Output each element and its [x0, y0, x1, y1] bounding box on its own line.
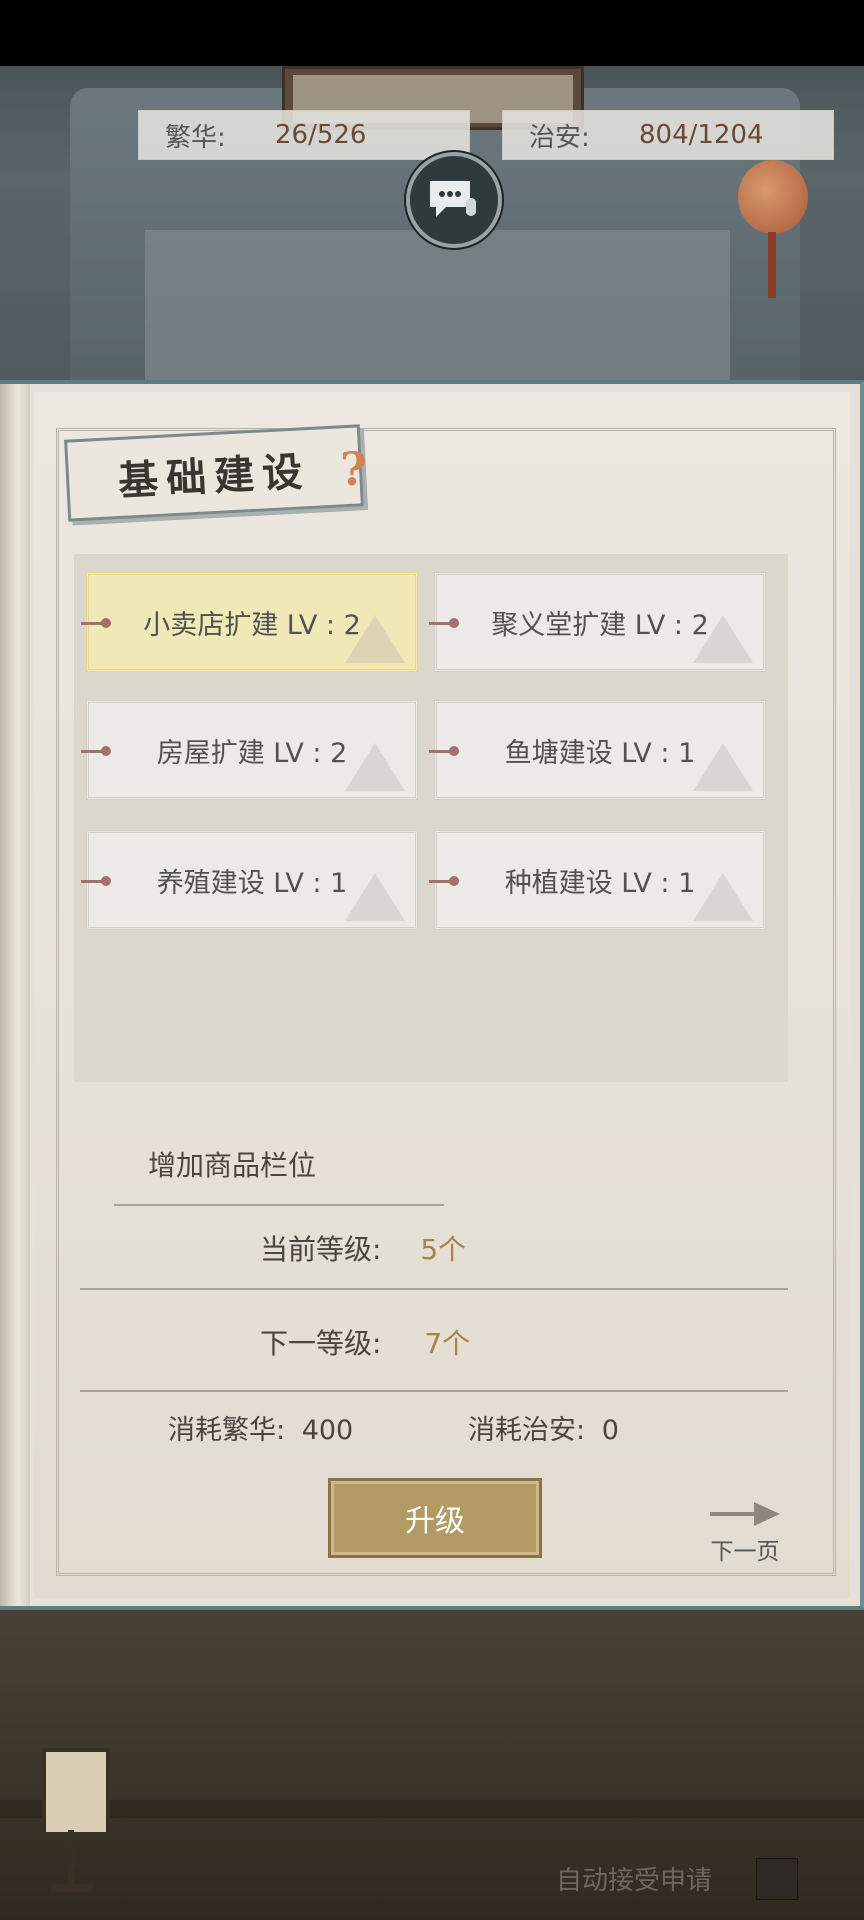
mountain-icon [693, 743, 753, 791]
upgrade-card-label: 小卖店扩建 LV : 2 [143, 609, 361, 641]
security-value: 804/1204 [639, 120, 764, 150]
mountain-icon [345, 743, 405, 791]
divider [80, 1390, 788, 1392]
upgrade-card-label: 房屋扩建 LV : 2 [156, 737, 348, 769]
floor-lamp-base [50, 1884, 94, 1892]
pin-icon [429, 876, 459, 886]
current-level-label: 当前等级: [260, 1233, 382, 1266]
pin-icon [81, 746, 111, 756]
cost-security-row: 消耗治安: 0 [468, 1408, 619, 1447]
panel-title-plate: 基础建设 [64, 424, 364, 522]
current-level-row: 当前等级: 5个 [260, 1228, 466, 1268]
prosperity-value: 26/526 [275, 120, 367, 150]
game-scene: 繁华: 26/526 治安: 804/1204 自动接受申请 基础建设 ? 小卖… [0, 0, 864, 1920]
book-spine [0, 384, 30, 1606]
cost-prosperity-value: 400 [301, 1415, 354, 1446]
upgrade-effect-title: 增加商品栏位 [148, 1149, 317, 1182]
next-level-value: 7个 [424, 1327, 471, 1360]
cost-prosperity-label: 消耗繁华: [168, 1415, 286, 1446]
next-level-row: 下一等级: 7个 [260, 1322, 470, 1362]
upgrade-card-label: 养殖建设 LV : 1 [156, 867, 348, 899]
pin-icon [429, 746, 459, 756]
arrow-right-icon [710, 1500, 780, 1528]
chat-bubble-icon [430, 181, 476, 217]
book-page: 基础建设 ? 小卖店扩建 LV : 2 聚义堂扩建 LV : 2 房屋扩建 LV… [34, 392, 850, 1598]
upgrade-card-hall[interactable]: 聚义堂扩建 LV : 2 [429, 572, 766, 672]
upgrade-card-livestock[interactable]: 养殖建设 LV : 1 [81, 830, 418, 930]
pin-icon [81, 876, 111, 886]
upgrade-grid: 小卖店扩建 LV : 2 聚义堂扩建 LV : 2 房屋扩建 LV : 2 鱼塘… [74, 554, 788, 1082]
cost-security-label: 消耗治安: [468, 1415, 586, 1446]
panel-title: 基础建设 [117, 448, 312, 505]
next-page-label: 下一页 [710, 1539, 780, 1565]
current-level-value: 5个 [420, 1233, 467, 1266]
security-stat: 治安: 804/1204 [502, 110, 834, 160]
pin-icon [429, 618, 459, 628]
next-page-button[interactable]: 下一页 [710, 1500, 780, 1566]
construction-book-panel: 基础建设 ? 小卖店扩建 LV : 2 聚义堂扩建 LV : 2 房屋扩建 LV… [0, 380, 864, 1610]
status-bar-area [0, 0, 864, 66]
upgrade-card-label: 种植建设 LV : 1 [504, 867, 696, 899]
mountain-icon [345, 615, 405, 663]
prosperity-stat: 繁华: 26/526 [138, 110, 470, 160]
mountain-icon [693, 873, 753, 921]
mountain-icon [345, 873, 405, 921]
floor-background [0, 1600, 864, 1920]
cost-security-value: 0 [601, 1415, 619, 1446]
upgrade-button[interactable]: 升级 [328, 1478, 542, 1558]
upgrade-card-housing[interactable]: 房屋扩建 LV : 2 [81, 700, 418, 800]
upgrade-card-fishpond[interactable]: 鱼塘建设 LV : 1 [429, 700, 766, 800]
chat-button[interactable] [406, 152, 502, 248]
pin-icon [81, 618, 111, 628]
lantern-icon [738, 160, 808, 234]
auto-accept-label: 自动接受申请 [556, 1866, 713, 1896]
question-mark-icon[interactable]: ? [340, 442, 367, 496]
cost-prosperity-row: 消耗繁华: 400 [168, 1408, 353, 1447]
security-label: 治安: [529, 122, 590, 153]
upgrade-card-label: 鱼塘建设 LV : 1 [504, 737, 696, 769]
next-level-label: 下一等级: [260, 1327, 382, 1360]
prosperity-label: 繁华: [165, 122, 226, 153]
upgrade-card-label: 聚义堂扩建 LV : 2 [491, 609, 709, 641]
floor-step [0, 1800, 864, 1818]
hanging-scroll [145, 230, 730, 390]
divider [80, 1288, 788, 1290]
floor-lamp-post [68, 1830, 74, 1886]
mountain-icon [693, 615, 753, 663]
auto-accept-checkbox[interactable] [756, 1858, 798, 1900]
divider [114, 1204, 444, 1206]
lantern-tassel [768, 232, 776, 298]
floor-lamp-icon [42, 1748, 110, 1836]
upgrade-card-planting[interactable]: 种植建设 LV : 1 [429, 830, 766, 930]
upgrade-card-shop[interactable]: 小卖店扩建 LV : 2 [81, 572, 418, 672]
